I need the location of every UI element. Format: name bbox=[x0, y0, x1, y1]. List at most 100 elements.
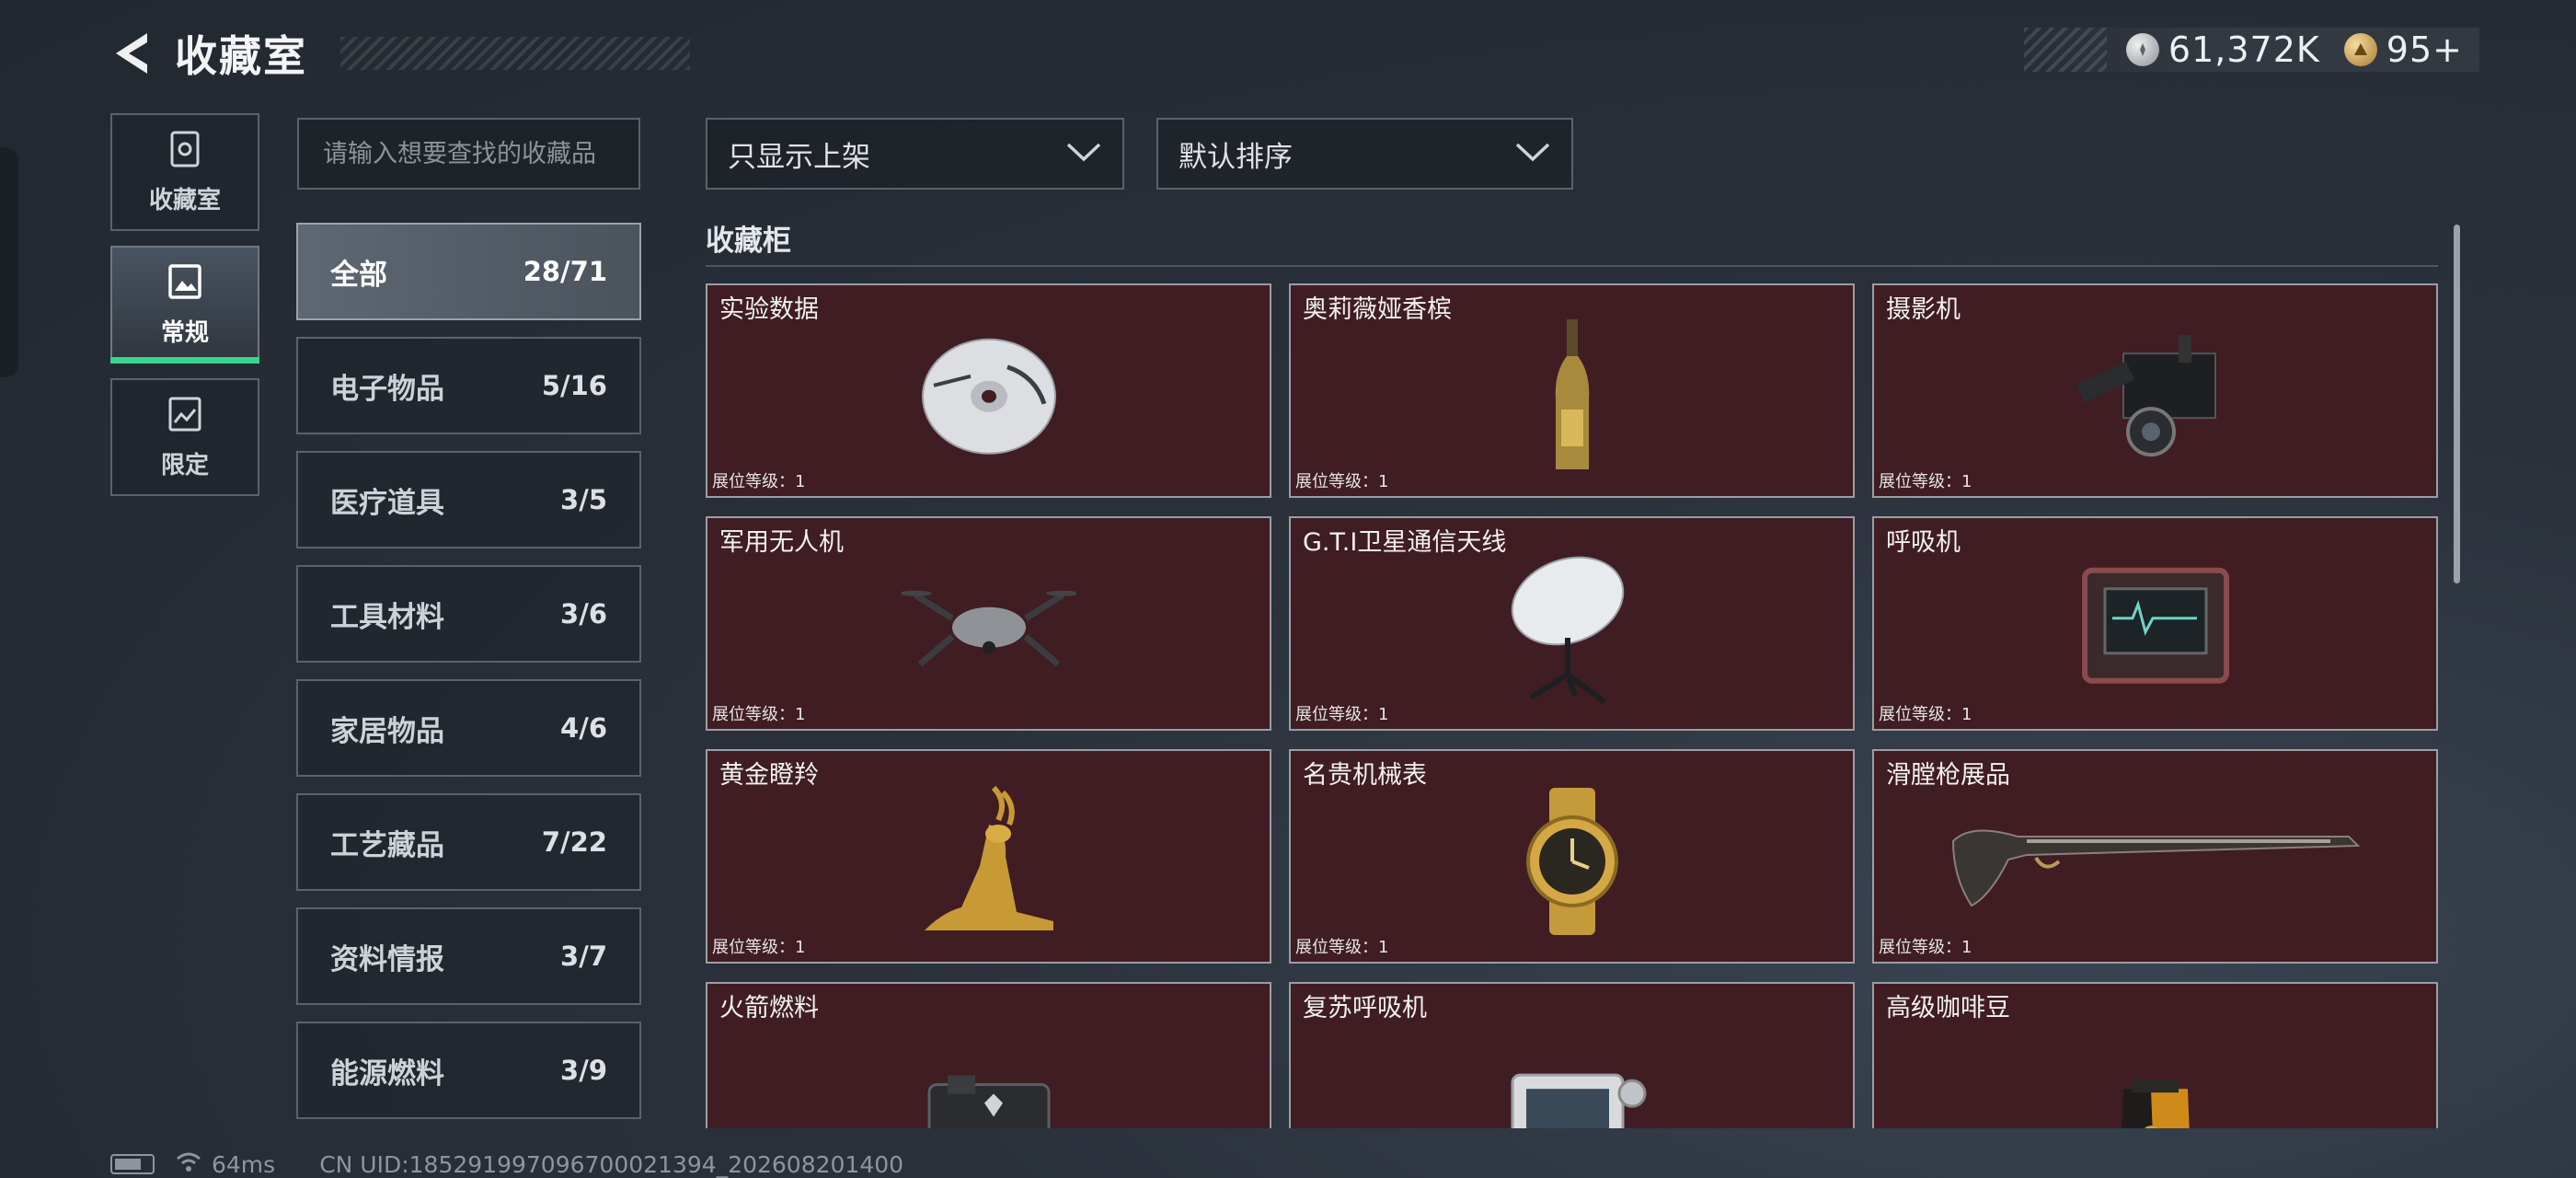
category-count: 4/6 bbox=[560, 712, 607, 744]
title-decoration bbox=[340, 37, 690, 70]
battery-icon bbox=[110, 1154, 155, 1174]
category-list: 全部 28/71 电子物品 5/16 医疗道具 3/5 工具材料 3/6 家居物… bbox=[296, 223, 641, 1136]
category-intel[interactable]: 资料情报 3/7 bbox=[296, 907, 641, 1005]
silver-coin-icon bbox=[2125, 33, 2159, 66]
category-all[interactable]: 全部 28/71 bbox=[296, 223, 641, 320]
item-name: 实验数据 bbox=[719, 295, 819, 324]
booth-level: 展位等级：1 bbox=[1295, 705, 1389, 724]
ping-value: 64ms bbox=[212, 1150, 276, 1178]
category-tools[interactable]: 工具材料 3/6 bbox=[296, 565, 641, 663]
collection-card[interactable]: 奥莉薇娅香槟 展位等级：1 bbox=[1289, 283, 1855, 498]
category-name: 工具材料 bbox=[330, 600, 444, 634]
collection-card[interactable]: 复苏呼吸机 bbox=[1289, 982, 1855, 1128]
collection-card[interactable]: 滑膛枪展品 展位等级：1 bbox=[1872, 749, 2438, 964]
wristwatch-icon bbox=[1508, 782, 1637, 942]
ventilator-monitor-icon bbox=[2077, 562, 2234, 695]
picture-icon bbox=[167, 262, 203, 305]
display-filter-value: 只显示上架 bbox=[728, 140, 870, 174]
booth-level: 展位等级：1 bbox=[1295, 472, 1389, 491]
nav-item-label: 限定 bbox=[160, 451, 209, 479]
category-name: 能源燃料 bbox=[330, 1057, 444, 1091]
section-divider bbox=[706, 265, 2438, 267]
chevron-down-icon bbox=[1514, 141, 1551, 167]
back-arrow-icon[interactable] bbox=[110, 26, 156, 81]
page-title: 收藏室 bbox=[175, 31, 307, 81]
category-name: 电子物品 bbox=[330, 372, 444, 406]
nav-item-vault[interactable]: 收藏室 bbox=[110, 113, 259, 231]
fuel-canister-icon bbox=[920, 1066, 1058, 1128]
item-name: 奥莉薇娅香槟 bbox=[1303, 295, 1452, 324]
category-name: 医疗道具 bbox=[330, 486, 444, 520]
chevron-down-icon bbox=[1065, 141, 1102, 167]
coffee-bag-icon bbox=[2114, 1070, 2197, 1128]
booth-level: 展位等级：1 bbox=[1879, 938, 1972, 957]
category-name: 工艺藏品 bbox=[330, 828, 444, 862]
golden-gazelle-icon bbox=[906, 782, 1072, 942]
item-name: 滑膛枪展品 bbox=[1886, 761, 2010, 790]
category-count: 5/16 bbox=[541, 370, 607, 401]
category-count: 3/5 bbox=[560, 484, 607, 515]
category-name: 家居物品 bbox=[330, 714, 444, 748]
category-household[interactable]: 家居物品 4/6 bbox=[296, 679, 641, 777]
collection-card[interactable]: 高级咖啡豆 bbox=[1872, 982, 2438, 1128]
collection-card[interactable]: 火箭燃料 bbox=[706, 982, 1271, 1128]
sort-value: 默认排序 bbox=[1179, 140, 1293, 174]
collection-card[interactable]: 实验数据 展位等级：1 bbox=[706, 283, 1271, 498]
side-handle[interactable] bbox=[0, 147, 18, 377]
category-name: 资料情报 bbox=[330, 942, 444, 976]
nav-item-limited[interactable]: 限定 bbox=[110, 378, 259, 496]
booth-level: 展位等级：1 bbox=[1295, 938, 1389, 957]
nav-item-regular[interactable]: 常规 bbox=[110, 246, 259, 364]
collection-card[interactable]: 摄影机 展位等级：1 bbox=[1872, 283, 2438, 498]
collection-card[interactable]: 军用无人机 展位等级：1 bbox=[706, 516, 1271, 731]
currency-decoration bbox=[2024, 28, 2107, 72]
category-count: 3/7 bbox=[560, 941, 607, 972]
section-title: 收藏柜 bbox=[706, 225, 791, 258]
category-medical[interactable]: 医疗道具 3/5 bbox=[296, 451, 641, 549]
item-name: 呼吸机 bbox=[1886, 528, 1961, 557]
vault-icon bbox=[167, 130, 202, 172]
category-count: 7/22 bbox=[541, 826, 607, 858]
category-crafts[interactable]: 工艺藏品 7/22 bbox=[296, 793, 641, 891]
category-count: 3/9 bbox=[560, 1055, 607, 1086]
search-input[interactable] bbox=[297, 118, 640, 190]
collection-grid: 实验数据 展位等级：1 奥莉薇娅香槟 展位等级：1 摄影机 展位等级：1 军用无… bbox=[706, 283, 2438, 1128]
booth-level: 展位等级：1 bbox=[712, 938, 806, 957]
category-electronics[interactable]: 电子物品 5/16 bbox=[296, 337, 641, 434]
booth-level: 展位等级：1 bbox=[1879, 472, 1972, 491]
category-name: 全部 bbox=[330, 258, 387, 292]
nav-item-label: 收藏室 bbox=[148, 186, 221, 214]
item-name: 名贵机械表 bbox=[1303, 761, 1427, 790]
item-name: 火箭燃料 bbox=[719, 994, 819, 1022]
display-filter-dropdown[interactable]: 只显示上架 bbox=[706, 118, 1124, 190]
video-camera-icon bbox=[2068, 326, 2243, 468]
status-bar: 64ms CN UID:18529199709670002139​4_20260… bbox=[110, 1150, 903, 1178]
collection-card[interactable]: 呼吸机 展位等级：1 bbox=[1872, 516, 2438, 731]
silver-currency-value: 61,372K bbox=[2168, 29, 2320, 70]
category-fuel[interactable]: 能源燃料 3/9 bbox=[296, 1022, 641, 1119]
disc-icon bbox=[915, 329, 1063, 462]
satellite-dish-icon bbox=[1503, 549, 1641, 710]
wifi-icon bbox=[175, 1150, 202, 1178]
champagne-bottle-icon bbox=[1545, 317, 1600, 477]
collection-card[interactable]: 名贵机械表 展位等级：1 bbox=[1289, 749, 1855, 964]
side-nav: 收藏室 常规 限定 bbox=[110, 113, 259, 511]
currency-bar: 61,372K 95+ bbox=[2024, 28, 2479, 72]
collection-card[interactable]: 黄金瞪羚 展位等级：1 bbox=[706, 749, 1271, 964]
item-name: 复苏呼吸机 bbox=[1303, 994, 1427, 1022]
collection-card[interactable]: G.T.I卫星通信天线 展位等级：1 bbox=[1289, 516, 1855, 731]
drone-icon bbox=[898, 562, 1079, 695]
collection-grid-viewport[interactable]: 实验数据 展位等级：1 奥莉薇娅香槟 展位等级：1 摄影机 展位等级：1 军用无… bbox=[706, 283, 2438, 1128]
sort-dropdown[interactable]: 默认排序 bbox=[1156, 118, 1573, 190]
booth-level: 展位等级：1 bbox=[712, 472, 806, 491]
category-count: 28/71 bbox=[523, 256, 607, 287]
item-name: 摄影机 bbox=[1886, 295, 1961, 324]
nav-item-label: 常规 bbox=[160, 318, 209, 347]
category-count: 3/6 bbox=[560, 598, 607, 629]
item-name: 高级咖啡豆 bbox=[1886, 994, 2010, 1022]
header: 收藏室 bbox=[110, 26, 690, 81]
gold-currency-value: 95+ bbox=[2386, 29, 2463, 70]
item-name: G.T.I卫星通信天线 bbox=[1303, 528, 1507, 557]
grid-scrollbar[interactable] bbox=[2454, 225, 2460, 583]
limited-picture-icon bbox=[167, 395, 203, 437]
